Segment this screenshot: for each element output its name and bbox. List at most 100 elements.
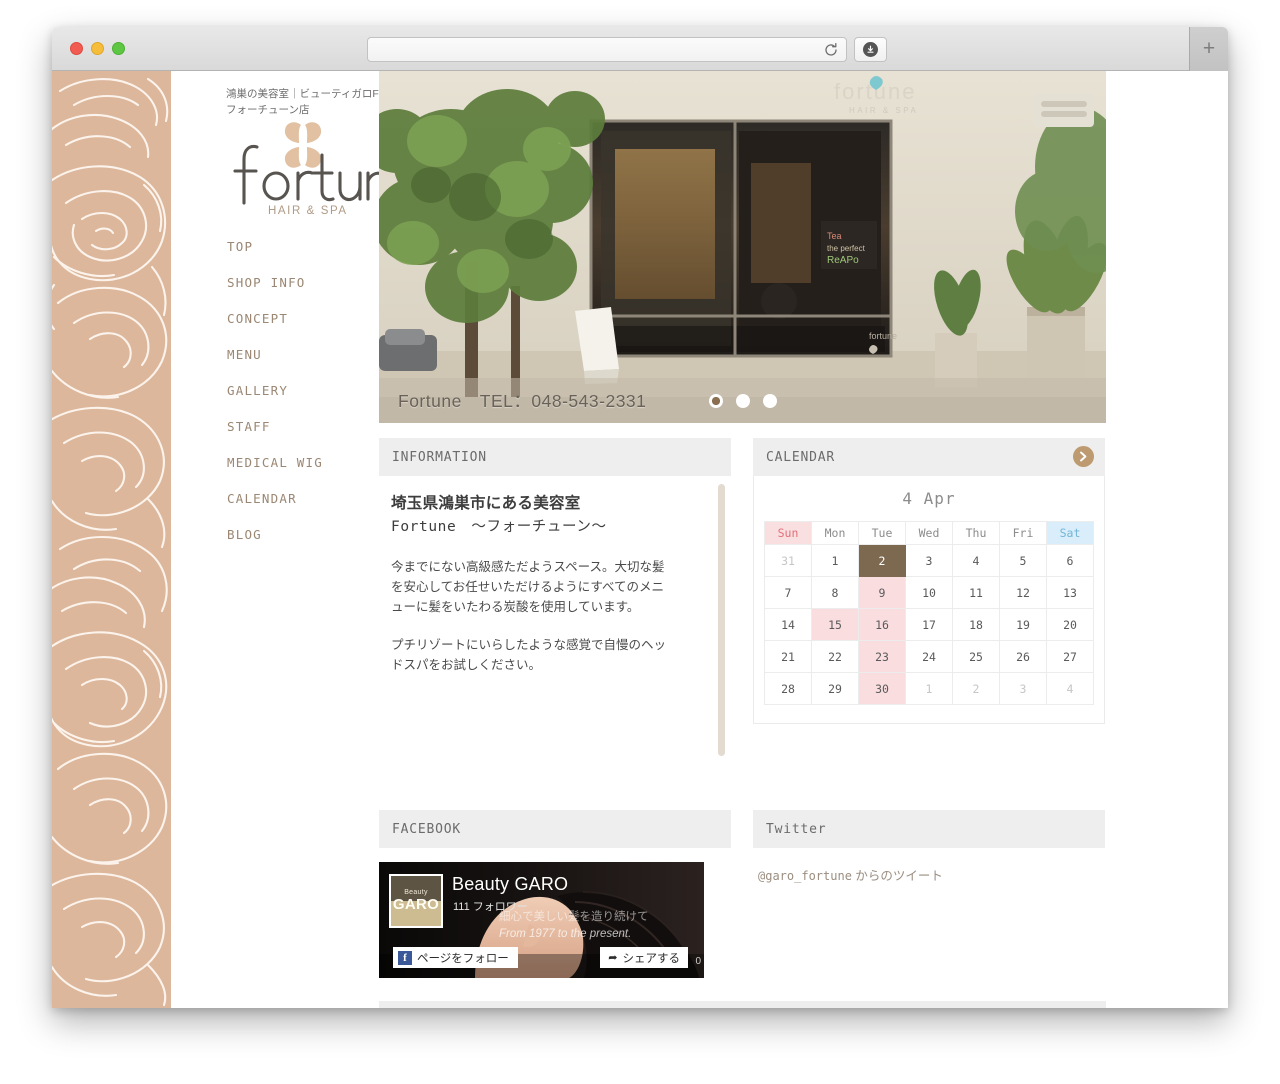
close-window-button[interactable] [70,42,83,55]
main-content: fortune HAIR & SPA Tea the perfect ReAPo… [379,71,1228,1008]
calendar-day-cell[interactable]: 8 [811,576,859,609]
download-button[interactable] [854,37,887,62]
calendar-day-cell[interactable]: 1 [811,544,859,577]
nav-item-calendar[interactable]: CALENDAR [227,481,377,517]
social-row: FACEBOOK Beauty GARO Beauty GARO 111 フォロ… [379,810,1106,978]
minimize-window-button[interactable] [91,42,104,55]
calendar-day-cell[interactable]: 9 [858,576,906,609]
calendar-weekday-fri: Fri [999,521,1047,545]
address-bar[interactable] [367,37,847,62]
calendar-day-cell: 4 [1046,672,1094,705]
calendar-day-cell[interactable]: 15 [811,608,859,641]
calendar-day-cell: 1 [905,672,953,705]
nav-item-blog[interactable]: BLOG [227,517,377,553]
calendar-day-cell[interactable]: 17 [905,608,953,641]
site-sidebar: 鴻巣の美容室｜ビューティガロFortune フォーチューン店 HAIR & SP… [171,71,409,1008]
nav-item-concept[interactable]: CONCEPT [227,301,377,337]
calendar-day-cell: 2 [952,672,1000,705]
calendar-week-row: 21 22 23 24 25 26 27 [764,640,1094,673]
share-arrow-icon: ➦ [608,952,618,964]
calendar-day-cell[interactable]: 11 [952,576,1000,609]
reload-icon[interactable] [823,42,839,58]
calendar-week-row: 7 8 9 10 11 12 13 [764,576,1094,609]
calendar-day-cell[interactable]: 19 [999,608,1047,641]
window-controls [70,42,125,55]
nav-item-staff[interactable]: STAFF [227,409,377,445]
calendar-day-cell[interactable]: 20 [1046,608,1094,641]
calendar-weekday-mon: Mon [811,521,859,545]
calendar-day-cell: 31 [764,544,812,577]
nav-item-gallery[interactable]: GALLERY [227,373,377,409]
hero-dot-1[interactable] [709,393,723,408]
calendar-day-cell[interactable]: 30 [858,672,906,705]
twitter-panel: Twitter @garo_fortune からのツイート [753,810,1105,978]
browser-titlebar: + [52,27,1228,71]
calendar-day-cell: 3 [999,672,1047,705]
facebook-corner-mark: 0 [695,956,701,967]
logo-subtitle: HAIR & SPA [268,205,348,216]
nav-item-shop-info[interactable]: SHOP INFO [227,265,377,301]
calendar-month-label: 4 Apr [902,489,956,508]
svg-text:fortune: fortune [869,331,897,341]
svg-text:Tea: Tea [827,231,842,241]
nav-item-top[interactable]: TOP [227,229,377,265]
maximize-window-button[interactable] [112,42,125,55]
rose-pattern-decoration [52,71,171,1008]
info-calendar-row: INFORMATION 埼玉県鴻巣市にある美容室 Fortune ～フォーチュー… [379,438,1106,765]
information-subheading: Fortune ～フォーチューン～ [391,519,607,535]
facebook-page-card[interactable]: Beauty GARO Beauty GARO 111 フォロワー 細心で美しい… [379,862,704,978]
calendar-day-cell[interactable]: 29 [811,672,859,705]
twitter-panel-body: @garo_fortune からのツイート [753,848,1105,885]
information-panel: INFORMATION 埼玉県鴻巣市にある美容室 Fortune ～フォーチュー… [379,438,731,765]
calendar-day-cell[interactable]: 2 [858,544,906,577]
site-logo[interactable]: HAIR & SPA [226,121,386,216]
facebook-share-button[interactable]: ➦ シェアする [600,947,688,968]
facebook-follow-button[interactable]: f ページをフォロー [393,947,518,968]
calendar-day-cell[interactable]: 22 [811,640,859,673]
main-navigation: TOP SHOP INFO CONCEPT MENU GALLERY STAFF… [227,229,377,553]
svg-text:the perfect: the perfect [827,244,866,253]
facebook-panel: FACEBOOK Beauty GARO Beauty GARO 111 フォロ… [379,810,731,978]
calendar-day-cell[interactable]: 21 [764,640,812,673]
information-scrollbar[interactable] [718,484,725,756]
nav-item-medical-wig[interactable]: MEDICAL WIG [227,445,377,481]
calendar-day-cell[interactable]: 13 [1046,576,1094,609]
facebook-panel-header: FACEBOOK [379,810,731,848]
calendar-day-cell[interactable]: 24 [905,640,953,673]
chevron-right-icon[interactable] [1073,446,1094,467]
hero-dot-3[interactable] [763,393,777,408]
facebook-share-label: シェアする [622,952,681,965]
calendar-day-cell[interactable]: 27 [1046,640,1094,673]
new-tab-button[interactable]: + [1189,27,1228,71]
calendar-day-cell[interactable]: 6 [1046,544,1094,577]
calendar-day-cell[interactable]: 3 [905,544,953,577]
hero-slider[interactable]: fortune HAIR & SPA Tea the perfect ReAPo… [379,71,1106,423]
calendar-day-cell[interactable]: 28 [764,672,812,705]
nav-item-menu[interactable]: MENU [227,337,377,373]
calendar-week-row: 14 15 16 17 18 19 20 [764,608,1094,641]
facebook-tagline-1: 細心で美しい髪を造り続けて [499,911,649,923]
hero-caption-text: Fortune TEL：048-543-2331 [398,391,647,411]
calendar-day-cell[interactable]: 4 [952,544,1000,577]
twitter-timeline-link[interactable]: @garo_fortune からのツイート [758,869,943,883]
calendar-day-cell[interactable]: 7 [764,576,812,609]
calendar-day-cell[interactable]: 5 [999,544,1047,577]
calendar-week-row: 28 29 30 1 2 3 4 [764,672,1094,705]
calendar-panel-header: CALENDAR [753,438,1105,476]
hero-dot-2[interactable] [736,393,750,408]
calendar-day-cell[interactable]: 10 [905,576,953,609]
facebook-follow-label: ページをフォロー [417,952,509,965]
twitter-handle: @garo_fortune [758,869,852,883]
facebook-logo-icon: f [398,950,412,965]
calendar-day-cell[interactable]: 12 [999,576,1047,609]
facebook-page-name: Beauty GARO [452,874,569,894]
calendar-day-cell[interactable]: 14 [764,608,812,641]
calendar-day-cell[interactable]: 23 [858,640,906,673]
calendar-day-cell[interactable]: 25 [952,640,1000,673]
calendar-day-cell[interactable]: 16 [858,608,906,641]
information-paragraph-2: プチリゾートにいらしたような感覚で自慢のヘッドスパをお試しください。 [391,638,667,672]
calendar-day-cell[interactable]: 18 [952,608,1000,641]
facebook-panel-body: Beauty GARO Beauty GARO 111 フォロワー 細心で美しい… [379,848,731,978]
calendar-day-cell[interactable]: 26 [999,640,1047,673]
facebook-panel-title: FACEBOOK [392,821,462,837]
